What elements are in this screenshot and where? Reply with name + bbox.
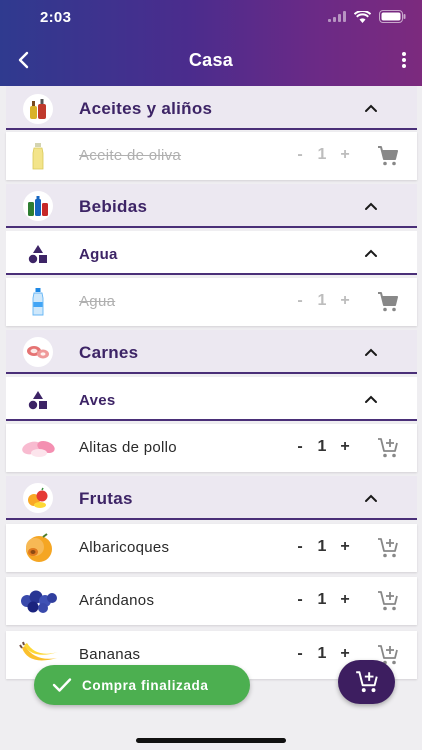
shopping-cart-icon[interactable] (376, 290, 400, 314)
increase-button[interactable]: + (338, 538, 352, 556)
olive-oil-bottle-icon (23, 141, 53, 171)
quantity-stepper: - 1 + (294, 538, 352, 556)
category-aceites[interactable]: Aceites y aliños (6, 86, 417, 130)
more-vertical-icon[interactable] (392, 48, 416, 72)
subcategory-label: Agua (79, 246, 118, 263)
list-item-albaricoques[interactable]: Albaricoques - 1 + (6, 524, 417, 572)
page-title: Casa (188, 50, 234, 70)
quantity-stepper: - 1 + (294, 292, 352, 310)
battery-icon (379, 10, 406, 23)
decrease-button[interactable]: - (294, 538, 306, 556)
chevron-up-icon[interactable] (363, 198, 379, 214)
decrease-button[interactable]: - (294, 591, 306, 609)
meat-icon (23, 337, 53, 367)
home-indicator (136, 738, 286, 743)
increase-button[interactable]: + (338, 292, 352, 310)
drinks-icon (23, 191, 53, 221)
item-label: Aceite de oliva (79, 147, 182, 164)
chevron-up-icon[interactable] (363, 391, 379, 407)
category-label: Carnes (79, 343, 139, 362)
oil-bottles-icon (23, 94, 53, 124)
quantity-value: 1 (317, 146, 327, 163)
apricot-icon (19, 531, 57, 565)
decrease-button[interactable]: - (294, 645, 306, 663)
chicken-wings-icon (20, 433, 58, 463)
check-icon (52, 678, 72, 692)
status-icons (328, 10, 406, 23)
quantity-stepper: - 1 + (294, 645, 352, 663)
purchase-finished-toast[interactable]: Compra finalizada (34, 665, 250, 705)
list-item-alitas[interactable]: Alitas de pollo - 1 + (6, 424, 417, 472)
increase-button[interactable]: + (338, 591, 352, 609)
quantity-value: 1 (317, 645, 327, 662)
signal-icon (328, 11, 346, 22)
status-time: 2:03 (40, 9, 72, 26)
shapes-icon (23, 385, 53, 415)
item-label: Albaricoques (79, 539, 170, 556)
category-bebidas[interactable]: Bebidas (6, 184, 417, 228)
blueberries-icon (19, 585, 59, 617)
add-to-cart-icon (355, 671, 378, 693)
chevron-up-icon[interactable] (363, 490, 379, 506)
category-carnes[interactable]: Carnes (6, 330, 417, 374)
increase-button[interactable]: + (338, 645, 352, 663)
app-header: 2:03 Casa (0, 0, 422, 86)
subcategory-label: Aves (79, 392, 116, 409)
toast-label: Compra finalizada (82, 677, 209, 693)
add-to-cart-icon[interactable] (376, 436, 400, 460)
add-to-cart-fab[interactable] (338, 660, 395, 704)
list-item-aceite-oliva[interactable]: Aceite de oliva - 1 + (6, 132, 417, 180)
add-to-cart-icon[interactable] (376, 589, 400, 613)
category-label: Frutas (79, 489, 133, 508)
decrease-button[interactable]: - (294, 438, 306, 456)
category-label: Aceites y aliños (79, 99, 213, 118)
quantity-value: 1 (317, 591, 327, 608)
increase-button[interactable]: + (338, 146, 352, 164)
increase-button[interactable]: + (338, 438, 352, 456)
chevron-up-icon[interactable] (363, 100, 379, 116)
category-label: Bebidas (79, 197, 148, 216)
shopping-cart-icon[interactable] (376, 144, 400, 168)
add-to-cart-icon[interactable] (376, 536, 400, 560)
water-bottle-icon (23, 287, 53, 317)
item-label: Bananas (79, 646, 141, 663)
category-frutas[interactable]: Frutas (6, 476, 417, 520)
list-item-agua[interactable]: Agua - 1 + (6, 278, 417, 326)
item-label: Agua (79, 293, 116, 310)
quantity-value: 1 (317, 292, 327, 309)
decrease-button[interactable]: - (294, 146, 306, 164)
list-item-arandanos[interactable]: Arándanos - 1 + (6, 577, 417, 625)
chevron-up-icon[interactable] (363, 245, 379, 261)
fruits-icon (23, 483, 53, 513)
subcategory-agua[interactable]: Agua (6, 231, 417, 275)
chevron-up-icon[interactable] (363, 344, 379, 360)
item-label: Arándanos (79, 592, 155, 609)
quantity-stepper: - 1 + (294, 146, 352, 164)
subcategory-aves[interactable]: Aves (6, 377, 417, 421)
quantity-stepper: - 1 + (294, 591, 352, 609)
quantity-value: 1 (317, 438, 327, 455)
shapes-icon (23, 239, 53, 269)
wifi-icon (354, 10, 371, 23)
quantity-value: 1 (317, 538, 327, 555)
decrease-button[interactable]: - (294, 292, 306, 310)
item-label: Alitas de pollo (79, 439, 177, 456)
quantity-stepper: - 1 + (294, 438, 352, 456)
